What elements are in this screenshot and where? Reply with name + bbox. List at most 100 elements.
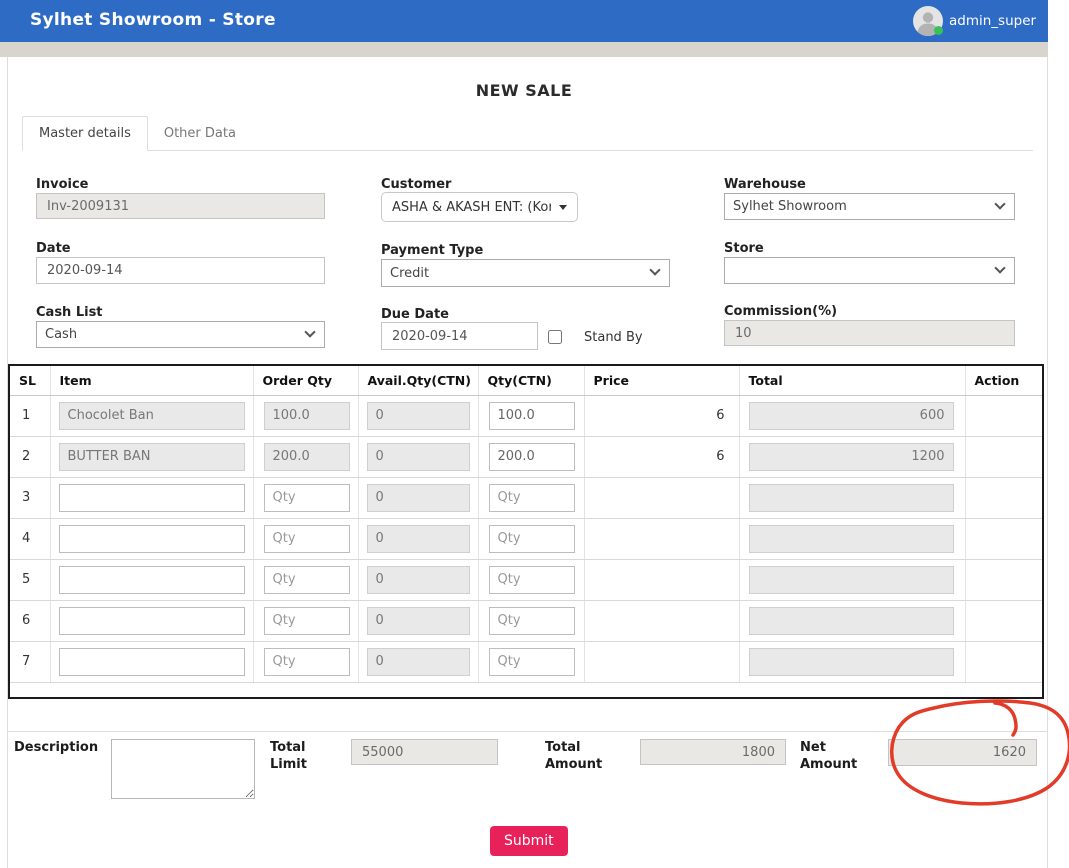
invoice-label: Invoice bbox=[36, 177, 88, 192]
warehouse-select[interactable]: Sylhet Showroom bbox=[724, 193, 1015, 220]
store-select[interactable] bbox=[724, 257, 1015, 284]
page-background-band bbox=[0, 42, 1048, 57]
net-amount-label: Net Amount bbox=[800, 739, 866, 773]
total-limit-label: Total Limit bbox=[270, 739, 332, 773]
date-input[interactable] bbox=[36, 257, 325, 284]
due-date-input[interactable] bbox=[381, 322, 538, 350]
avail-qty-input bbox=[367, 443, 470, 471]
tab-other-data[interactable]: Other Data bbox=[148, 117, 252, 150]
item-input bbox=[59, 402, 245, 430]
price-text bbox=[584, 477, 739, 518]
stand-by-checkbox[interactable] bbox=[548, 330, 562, 344]
item-input[interactable] bbox=[59, 607, 245, 635]
total-limit-input bbox=[351, 739, 498, 765]
action-cell bbox=[965, 436, 1043, 477]
stand-by-label: Stand By bbox=[584, 330, 643, 345]
qty-input[interactable] bbox=[489, 648, 575, 676]
order-qty-input[interactable] bbox=[264, 484, 350, 512]
total-input bbox=[749, 566, 954, 594]
store-label: Store bbox=[724, 241, 764, 256]
col-qty: Qty(CTN) bbox=[478, 365, 584, 395]
row-sl: 3 bbox=[9, 477, 50, 518]
table-row: 6 bbox=[9, 600, 1043, 641]
price-text bbox=[584, 641, 739, 682]
items-table-body: 1 6 2 6 3 bbox=[9, 395, 1043, 682]
due-date-label: Due Date bbox=[381, 307, 449, 322]
online-status-dot bbox=[934, 26, 943, 35]
total-input bbox=[749, 443, 954, 471]
qty-input[interactable] bbox=[489, 484, 575, 512]
order-qty-input[interactable] bbox=[264, 648, 350, 676]
description-label: Description bbox=[14, 739, 98, 756]
row-sl: 7 bbox=[9, 641, 50, 682]
customer-label: Customer bbox=[381, 177, 451, 192]
description-textarea[interactable] bbox=[111, 739, 255, 799]
qty-input[interactable] bbox=[489, 402, 575, 430]
payment-type-select[interactable]: Credit bbox=[381, 259, 670, 287]
user-menu[interactable]: admin_super bbox=[913, 5, 1036, 37]
avail-qty-input bbox=[367, 402, 470, 430]
page-title: NEW SALE bbox=[0, 81, 1048, 100]
action-cell bbox=[965, 641, 1043, 682]
row-sl: 5 bbox=[9, 559, 50, 600]
total-amount-input bbox=[640, 739, 786, 765]
row-sl: 4 bbox=[9, 518, 50, 559]
avatar[interactable] bbox=[913, 6, 943, 36]
price-text: 6 bbox=[584, 436, 739, 477]
top-bar: Sylhet Showroom - Store admin_super bbox=[0, 0, 1048, 42]
table-row: 4 bbox=[9, 518, 1043, 559]
customer-dropdown[interactable]: ASHA & AKASH ENT: (Kor bbox=[381, 192, 578, 222]
total-input bbox=[749, 402, 954, 430]
avail-qty-input bbox=[367, 525, 470, 553]
cash-list-label: Cash List bbox=[36, 305, 103, 320]
table-row: 2 6 bbox=[9, 436, 1043, 477]
total-input bbox=[749, 484, 954, 512]
tab-bar: Master details Other Data bbox=[22, 117, 1033, 151]
row-sl: 1 bbox=[9, 395, 50, 436]
action-cell bbox=[965, 600, 1043, 641]
customer-selected-value: ASHA & AKASH ENT: (Kor bbox=[392, 200, 551, 215]
order-qty-input[interactable] bbox=[264, 607, 350, 635]
divider bbox=[7, 731, 1048, 732]
item-input[interactable] bbox=[59, 648, 245, 676]
total-input bbox=[749, 607, 954, 635]
price-text bbox=[584, 600, 739, 641]
date-label: Date bbox=[36, 241, 71, 256]
col-avail-qty: Avail.Qty(CTN) bbox=[358, 365, 478, 395]
avail-qty-input bbox=[367, 648, 470, 676]
col-sl: SL bbox=[9, 365, 50, 395]
price-text bbox=[584, 518, 739, 559]
order-qty-input[interactable] bbox=[264, 525, 350, 553]
caret-down-icon bbox=[559, 205, 567, 210]
col-total: Total bbox=[739, 365, 965, 395]
action-cell bbox=[965, 395, 1043, 436]
tab-master-details[interactable]: Master details bbox=[22, 116, 148, 151]
qty-input[interactable] bbox=[489, 443, 575, 471]
order-qty-input bbox=[264, 443, 350, 471]
commission-input bbox=[724, 320, 1015, 346]
action-cell bbox=[965, 477, 1043, 518]
price-text: 6 bbox=[584, 395, 739, 436]
qty-input[interactable] bbox=[489, 566, 575, 594]
item-input[interactable] bbox=[59, 566, 245, 594]
payment-type-label: Payment Type bbox=[381, 243, 483, 258]
items-table-header: SL Item Order Qty Avail.Qty(CTN) Qty(CTN… bbox=[9, 365, 1043, 395]
avail-qty-input bbox=[367, 566, 470, 594]
order-qty-input[interactable] bbox=[264, 566, 350, 594]
cash-list-select[interactable]: Cash bbox=[36, 321, 325, 348]
col-item: Item bbox=[50, 365, 253, 395]
table-row: 3 bbox=[9, 477, 1043, 518]
table-row: 1 6 bbox=[9, 395, 1043, 436]
col-action: Action bbox=[965, 365, 1043, 395]
avail-qty-input bbox=[367, 607, 470, 635]
item-input[interactable] bbox=[59, 525, 245, 553]
qty-input[interactable] bbox=[489, 607, 575, 635]
action-cell bbox=[965, 559, 1043, 600]
empty-tail-row bbox=[9, 682, 1043, 698]
item-input bbox=[59, 443, 245, 471]
avail-qty-input bbox=[367, 484, 470, 512]
item-input[interactable] bbox=[59, 484, 245, 512]
app-title: Sylhet Showroom - Store bbox=[30, 10, 276, 30]
qty-input[interactable] bbox=[489, 525, 575, 553]
submit-button[interactable]: Submit bbox=[490, 826, 568, 856]
